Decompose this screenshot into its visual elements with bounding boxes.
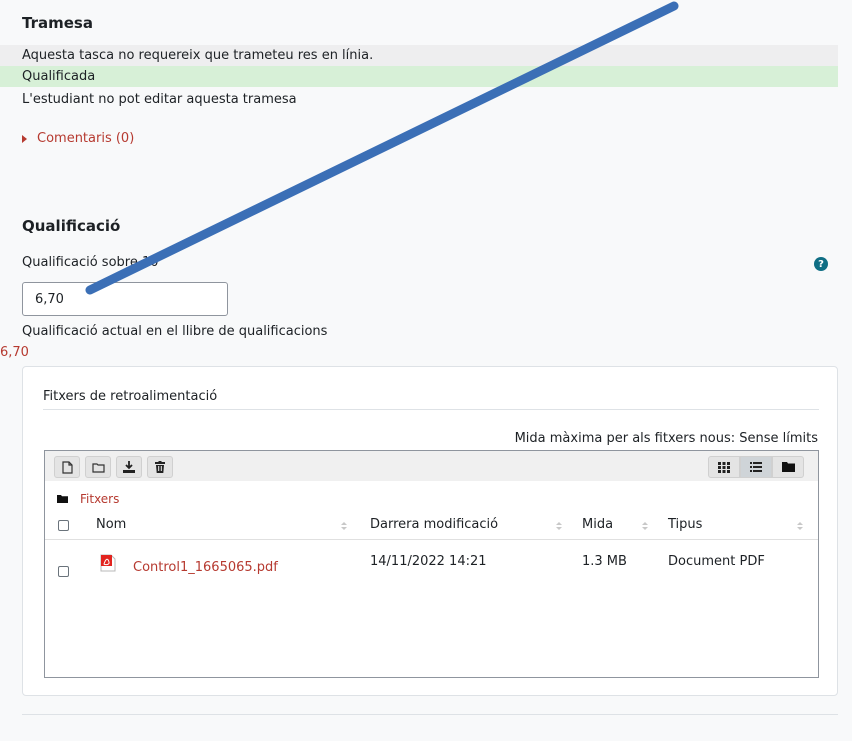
current-grade-value: 6,70 bbox=[0, 345, 29, 360]
grading-title: Qualificació bbox=[22, 217, 121, 235]
view-mode-group bbox=[708, 456, 804, 478]
comments-link[interactable]: Comentaris (0) bbox=[37, 131, 134, 146]
create-folder-icon bbox=[91, 462, 105, 473]
column-header-type[interactable]: Tipus bbox=[668, 517, 702, 532]
assignment-grading-page: Tramesa Aquesta tasca no requereix que t… bbox=[0, 0, 852, 741]
tree-view-icon bbox=[781, 462, 795, 472]
breadcrumb-files-link[interactable]: Fitxers bbox=[80, 492, 119, 506]
feedback-files-card: Fitxers de retroalimentació Mida màxima … bbox=[22, 366, 838, 696]
file-table-header: Nom Darrera modificació Mida Tipus bbox=[45, 511, 818, 540]
file-size: 1.3 MB bbox=[582, 554, 627, 569]
edit-status-text: L'estudiant no pot editar aquesta trames… bbox=[22, 92, 297, 107]
column-header-size[interactable]: Mida bbox=[582, 517, 613, 532]
breadcrumb: Fitxers bbox=[57, 492, 119, 506]
comments-toggle[interactable]: Comentaris (0) bbox=[22, 131, 134, 146]
feedback-files-title: Fitxers de retroalimentació bbox=[43, 389, 218, 404]
file-name-link[interactable]: Control1_1665065.pdf bbox=[133, 560, 278, 575]
file-select-checkbox[interactable] bbox=[58, 566, 69, 577]
current-grade-label: Qualificació actual en el llibre de qual… bbox=[22, 324, 328, 339]
sort-modified-icon[interactable] bbox=[556, 522, 562, 532]
max-file-size-text: Mida màxima per als fitxers nous: Sense … bbox=[514, 431, 818, 446]
create-folder-button[interactable] bbox=[85, 456, 111, 478]
file-manager: Fitxers Nom Darrera modificació Mida Tip… bbox=[44, 450, 819, 678]
tree-view-button[interactable] bbox=[772, 456, 804, 478]
sort-size-icon[interactable] bbox=[642, 522, 648, 532]
column-header-name[interactable]: Nom bbox=[96, 517, 126, 532]
submission-title: Tramesa bbox=[22, 14, 93, 32]
pdf-file-icon bbox=[100, 554, 116, 572]
file-modified-date: 14/11/2022 14:21 bbox=[370, 554, 487, 569]
no-online-submission-text: Aquesta tasca no requereix que trameteu … bbox=[0, 45, 838, 66]
add-file-icon bbox=[61, 460, 73, 474]
delete-icon bbox=[155, 461, 165, 473]
sort-name-icon[interactable] bbox=[341, 522, 347, 532]
divider bbox=[22, 714, 838, 715]
file-type: Document PDF bbox=[668, 554, 765, 569]
list-view-button[interactable] bbox=[740, 456, 772, 478]
add-file-button[interactable] bbox=[54, 456, 80, 478]
grade-out-of-label: Qualificació sobre 10 bbox=[22, 255, 159, 270]
select-all-checkbox[interactable] bbox=[58, 520, 69, 531]
sort-type-icon[interactable] bbox=[797, 522, 803, 532]
delete-button[interactable] bbox=[147, 456, 173, 478]
grading-status-badge: Qualificada bbox=[0, 66, 838, 87]
column-header-modified[interactable]: Darrera modificació bbox=[370, 517, 498, 532]
grid-view-button[interactable] bbox=[708, 456, 740, 478]
grid-view-icon bbox=[718, 461, 730, 473]
folder-icon bbox=[57, 495, 68, 503]
download-icon bbox=[123, 461, 135, 473]
grade-input[interactable] bbox=[22, 282, 228, 316]
list-view-icon bbox=[750, 462, 762, 472]
download-button[interactable] bbox=[116, 456, 142, 478]
file-manager-toolbar bbox=[45, 451, 818, 481]
divider bbox=[43, 409, 819, 410]
help-icon[interactable]: ? bbox=[814, 257, 828, 271]
expand-triangle-icon bbox=[22, 134, 27, 143]
